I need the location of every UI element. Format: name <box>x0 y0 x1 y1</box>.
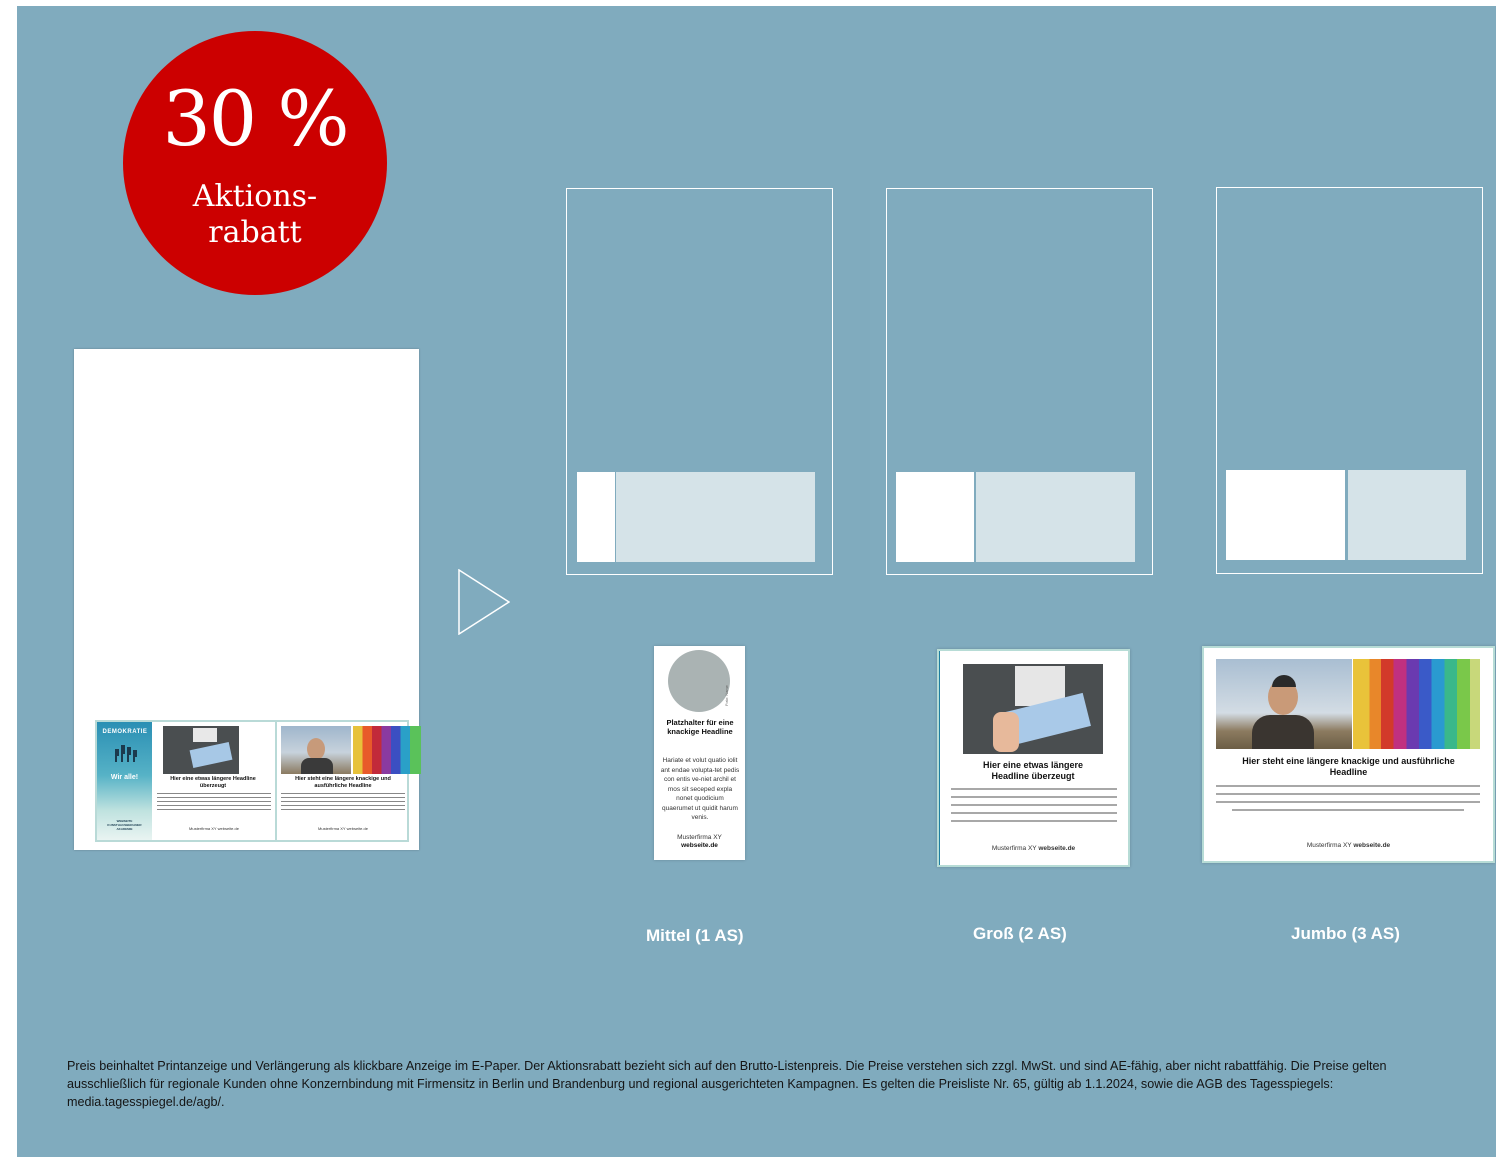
slot-ad-area <box>577 472 615 562</box>
mini-ad-preview: DEMOKRATIE Wir alle! WEBSEITE KUNSTHAUSB… <box>95 720 421 842</box>
arrow-right-icon <box>458 569 510 635</box>
mini-ad-demokratie-panel: DEMOKRATIE Wir alle! WEBSEITE KUNSTHAUSB… <box>97 722 152 840</box>
ad-footer-company: Musterfirma XY <box>1306 842 1352 849</box>
layout-slot-gross <box>886 188 1153 575</box>
slot-remaining-area <box>616 472 815 562</box>
mini-ad-body-1 <box>157 793 271 813</box>
mini-ad-body-2 <box>281 793 405 813</box>
ad-headline: Platzhalter für eine knackige Headline <box>666 718 734 736</box>
ad-website: webseite.de <box>681 842 718 849</box>
ad-body <box>1216 785 1480 817</box>
ad-headline: Hier eine etwas längere Headline überzeu… <box>982 760 1084 781</box>
slot-remaining-area <box>1348 470 1466 560</box>
layout-slot-jumbo <box>1216 187 1483 574</box>
ad-photo-colorful-stripes <box>1353 659 1480 749</box>
mini-ad-photo-2 <box>281 726 351 774</box>
mini-ad-wir-alle: Wir alle! <box>110 774 139 781</box>
discount-label-line1: Aktions- <box>192 179 318 214</box>
newspaper-page-preview: DEMOKRATIE Wir alle! WEBSEITE KUNSTHAUSB… <box>74 349 421 850</box>
slot-remaining-area <box>976 472 1135 562</box>
photo-placeholder <box>668 650 730 712</box>
ad-company: Musterfirma XY <box>677 834 722 841</box>
footnote-text: Preis beinhaltet Printanzeige und Verlän… <box>67 1059 1387 1109</box>
mini-ad-footer-2: Musterfirma XY webseite.de <box>318 826 368 831</box>
photo-credit: Foto: Name <box>724 685 729 706</box>
mini-ad-divider <box>275 722 277 840</box>
mini-ad-stripes <box>353 726 421 774</box>
ad-footer: Musterfirma XY webseite.de <box>937 845 1130 852</box>
ad-body: Hariate et volut quatio iolit ant endae … <box>660 757 740 821</box>
caption-gross: Groß (2 AS) <box>973 924 1067 943</box>
ad-photo <box>963 664 1103 754</box>
mini-ad-headline-2: Hier steht eine längere knackige und aus… <box>295 776 391 789</box>
ad-footer-site: webseite.de <box>1353 842 1391 849</box>
layout-slot-mittel <box>566 188 833 575</box>
caption-jumbo: Jumbo (3 AS) <box>1291 924 1400 943</box>
ad-sample-mittel: Foto: Name Platzhalter für eine knackige… <box>654 646 745 860</box>
discount-badge: 30 % Aktions- rabatt <box>123 31 387 295</box>
ad-photo-portrait <box>1216 659 1352 749</box>
mini-ad-headline-1: Hier eine etwas längere Headline überzeu… <box>170 776 256 789</box>
mini-ad-org: WEBSEITE KUNSTHAUSBERLINER AKADEMIE <box>107 819 142 831</box>
ad-headline: Hier steht eine längere knackige und aus… <box>1242 756 1455 777</box>
ad-footer-site: webseite.de <box>1038 845 1076 852</box>
discount-percent: 30 % <box>162 74 349 163</box>
mini-ad-footer-1: Musterfirma XY webseite.de <box>189 826 239 831</box>
ad-footer: Musterfirma XY webseite.de <box>1202 842 1495 849</box>
slot-ad-area <box>1226 470 1345 560</box>
discount-label: Aktions- rabatt <box>123 179 387 251</box>
ad-sample-jumbo: Hier steht eine längere knackige und aus… <box>1202 646 1495 863</box>
discount-label-line2: rabatt <box>208 215 302 250</box>
caption-mittel: Mittel (1 AS) <box>646 926 744 945</box>
mini-ad-photo-1 <box>163 726 239 774</box>
ad-body <box>951 788 1117 828</box>
ad-sample-gross: Hier eine etwas längere Headline überzeu… <box>937 649 1130 867</box>
ad-footer-company: Musterfirma XY <box>991 845 1037 852</box>
mini-ad-demo-text: DEMOKRATIE <box>102 729 148 735</box>
raised-hands-icon <box>115 745 137 762</box>
slot-ad-area <box>896 472 974 562</box>
